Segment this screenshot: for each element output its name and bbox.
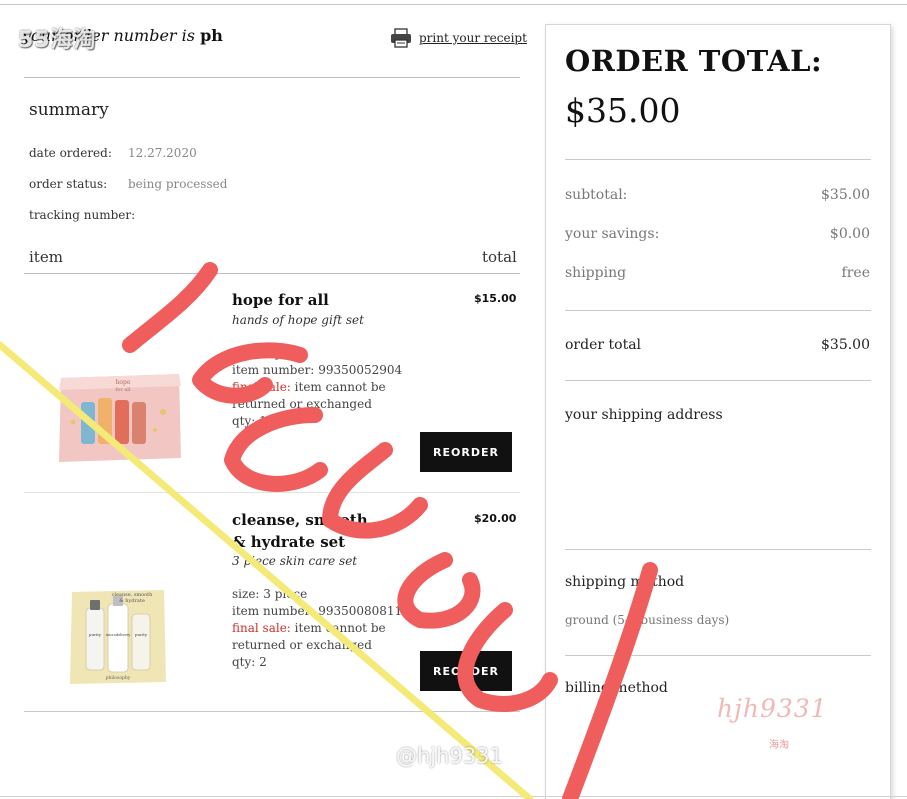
order-status-value: being processed xyxy=(128,177,228,191)
item-details: size: 1 piece item number: 99350052904 f… xyxy=(232,345,412,430)
bottle-label: purity xyxy=(135,632,148,637)
shipping-method-label: shipping method xyxy=(565,574,685,590)
gift-set-product-image: hope for all xyxy=(59,374,181,462)
subtotal-label: subtotal: xyxy=(565,187,628,203)
box-text: for all xyxy=(115,387,130,393)
top-divider xyxy=(0,4,907,5)
shipping-address-label: your shipping address xyxy=(565,407,723,423)
corner-watermark: 55海淘 xyxy=(18,28,97,53)
savings-label: your savings: xyxy=(565,226,660,242)
order-number-value: ph xyxy=(200,26,223,45)
box-text: hope xyxy=(116,379,131,386)
item-divider xyxy=(24,492,520,493)
item-number: item number: 99350080811 xyxy=(232,604,403,618)
panel-divider xyxy=(565,310,871,311)
item-price: $15.00 xyxy=(474,292,517,305)
panel-divider xyxy=(565,159,871,160)
items-bottom-divider xyxy=(24,711,520,712)
item-subtitle: 3 piece skin care set xyxy=(232,554,358,568)
right-watermark-sub: 海淘 xyxy=(769,740,789,751)
date-ordered-label: date ordered: xyxy=(29,146,112,160)
order-total-value: $35.00 xyxy=(821,337,870,353)
bottom-watermark: @hjh9331 xyxy=(396,744,503,768)
shipping-method-value: ground (5-7 business days) xyxy=(565,613,730,627)
reorder-button[interactable]: REORDER xyxy=(420,651,512,691)
subtotal-value: $35.00 xyxy=(821,187,870,203)
reorder-button[interactable]: REORDER xyxy=(420,432,512,472)
shipping-value: free xyxy=(841,265,870,281)
item-qty: qty: 2 xyxy=(232,655,267,669)
item-qty: qty: 1 xyxy=(232,414,267,428)
print-receipt-label[interactable]: print your receipt xyxy=(419,31,527,45)
panel-divider xyxy=(565,380,871,381)
shipping-label: shipping xyxy=(565,265,627,281)
skincare-set-product-image: cleanse, smooth & hydrate purity microde… xyxy=(70,590,166,684)
item-final-sale: final sale: item cannot be returned or e… xyxy=(232,621,386,652)
savings-value: $0.00 xyxy=(829,226,870,242)
bottle-label: microdelivery xyxy=(106,633,130,637)
item-details: size: 3 piece item number: 99350080811 f… xyxy=(232,586,412,671)
right-watermark: hjh9331 xyxy=(717,694,828,723)
order-status-label: order status: xyxy=(29,177,108,191)
column-header-item: item xyxy=(29,248,63,266)
column-header-total: total xyxy=(482,248,517,266)
panel-divider xyxy=(565,655,871,656)
date-ordered-value: 12.27.2020 xyxy=(128,146,197,160)
bottom-divider xyxy=(0,796,907,797)
item-price: $20.00 xyxy=(474,512,517,525)
box-text: & hydrate xyxy=(119,598,145,604)
brand-label: philosophy xyxy=(106,675,131,681)
item-size: size: 3 piece xyxy=(232,587,308,601)
item-final-sale: final sale: item cannot be returned or e… xyxy=(232,380,386,411)
item-subtitle: hands of hope gift set xyxy=(232,313,364,327)
billing-method-label: billing method xyxy=(565,680,668,696)
item-size: size: 1 piece xyxy=(232,346,308,360)
panel-divider xyxy=(565,549,871,550)
bottle-label: purity xyxy=(89,632,102,637)
item-number: item number: 99350052904 xyxy=(232,363,403,377)
table-header-divider xyxy=(24,273,520,274)
item-name[interactable]: cleanse, smooth & hydrate set xyxy=(232,509,382,553)
item-name[interactable]: hope for all xyxy=(232,289,382,311)
order-total-label: order total xyxy=(565,337,642,353)
order-total-amount: $35.00 xyxy=(565,91,681,130)
header-divider xyxy=(24,77,520,78)
order-total-title: ORDER TOTAL: xyxy=(565,44,823,78)
tracking-number-label: tracking number: xyxy=(29,208,136,222)
printer-icon xyxy=(391,28,411,48)
print-receipt-link[interactable]: print your receipt xyxy=(390,28,527,48)
summary-title: summary xyxy=(29,100,109,120)
